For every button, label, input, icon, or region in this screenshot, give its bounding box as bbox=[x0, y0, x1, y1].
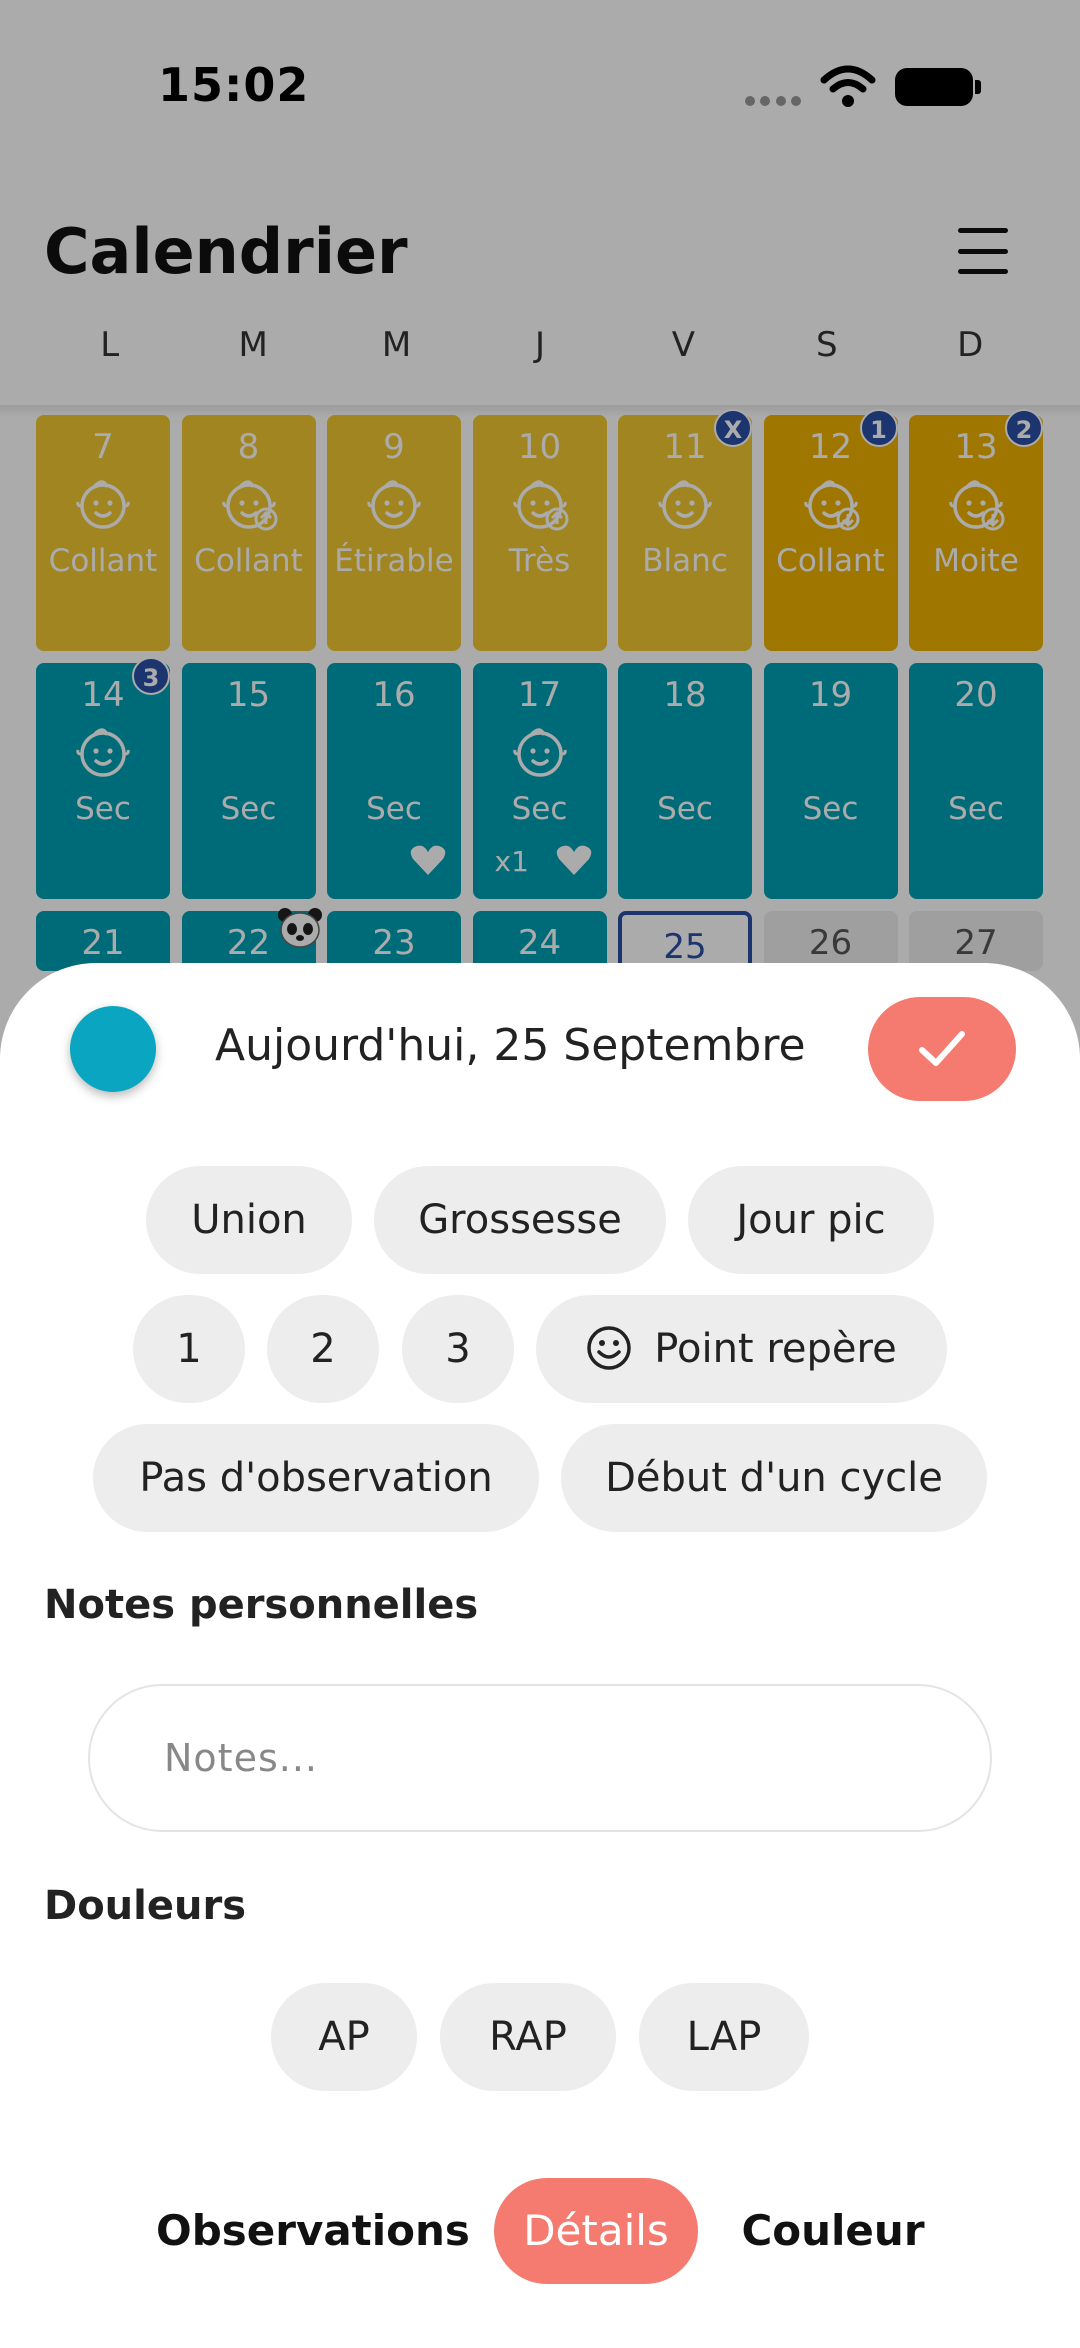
tab-couleur[interactable]: Couleur bbox=[738, 2178, 928, 2284]
notes-section-label: Notes personnelles bbox=[44, 1582, 479, 1628]
chip-grossesse[interactable]: Grossesse bbox=[374, 1166, 666, 1274]
tab-observations[interactable]: Observations bbox=[156, 2178, 470, 2284]
chip-union[interactable]: Union bbox=[146, 1166, 352, 1274]
checkmark-icon bbox=[919, 1031, 965, 1066]
notes-input[interactable] bbox=[88, 1684, 992, 1832]
chip-pas-d-observation[interactable]: Pas d'observation bbox=[93, 1424, 539, 1532]
smiley-icon bbox=[587, 1326, 632, 1370]
chip-point-repere[interactable]: Point repère bbox=[536, 1295, 947, 1403]
confirm-button[interactable] bbox=[868, 997, 1016, 1101]
chip-1[interactable]: 1 bbox=[133, 1295, 245, 1403]
chip-pain-rap[interactable]: RAP bbox=[440, 1983, 616, 2091]
chip-debut-cycle[interactable]: Début d'un cycle bbox=[561, 1424, 987, 1532]
day-color-indicator[interactable] bbox=[70, 1006, 156, 1092]
chip-pain-ap[interactable]: AP bbox=[271, 1983, 417, 2091]
chip-pain-lap[interactable]: LAP bbox=[639, 1983, 809, 2091]
app-screen: 15:02 Calendrier L M M J V S D 7 Collant 8… bbox=[0, 0, 1080, 2348]
chip-2[interactable]: 2 bbox=[267, 1295, 379, 1403]
sheet-date-title: Aujourd'hui, 25 Septembre bbox=[215, 1020, 806, 1071]
pain-section-label: Douleurs bbox=[44, 1883, 247, 1929]
tab-details[interactable]: Détails bbox=[494, 2178, 698, 2284]
chip-jour-pic[interactable]: Jour pic bbox=[688, 1166, 934, 1274]
chip-3[interactable]: 3 bbox=[402, 1295, 514, 1403]
chip-label: Point repère bbox=[654, 1326, 897, 1372]
